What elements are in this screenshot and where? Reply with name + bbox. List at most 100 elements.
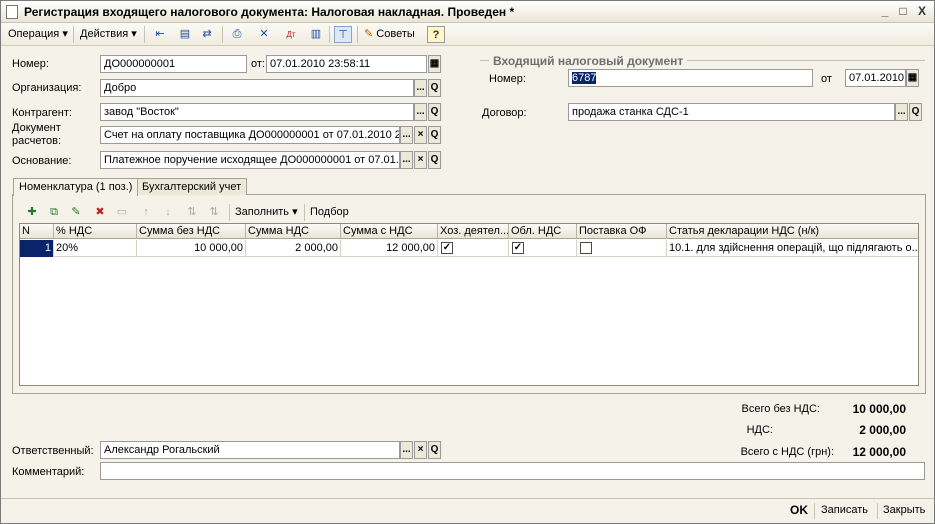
calendar-icon[interactable]: ▦ (428, 55, 441, 73)
delete-doc-icon[interactable]: ✕ (255, 26, 273, 43)
help-icon[interactable]: ? (427, 26, 445, 43)
clear-icon[interactable]: × (414, 126, 427, 144)
row-number-cell[interactable]: 1 (20, 240, 54, 257)
search-icon[interactable]: Q (909, 103, 922, 121)
settlement-document-label: Документ расчетов: (12, 122, 62, 147)
move-left-icon[interactable]: ⇤ (151, 26, 169, 43)
number-field[interactable]: ДО000000001 (100, 55, 247, 73)
responsible-field[interactable]: Александр Рогальский (100, 441, 400, 459)
structure-icon[interactable]: ▥ (307, 26, 325, 43)
declaration-item-cell[interactable]: 10.1. для здійснення операцій, що підляг… (667, 240, 918, 257)
filter-icon[interactable]: ⊤ (334, 26, 352, 43)
tips-button[interactable]: ✎ Советы (361, 26, 418, 43)
post-document-icon[interactable]: ▤ (176, 26, 194, 43)
search-icon[interactable]: Q (428, 441, 441, 459)
vat-rate-cell[interactable]: 20% (54, 240, 137, 257)
ok-button[interactable]: OK (790, 503, 808, 517)
end-edit-icon[interactable]: ▭ (113, 204, 131, 221)
delete-row-icon[interactable]: ✖ (91, 204, 109, 221)
select-button[interactable]: ... (414, 103, 427, 121)
column-header[interactable]: % НДС (54, 224, 137, 239)
tab-nomenclature[interactable]: Номенклатура (1 поз.) (13, 178, 139, 196)
window-title: Регистрация входящего налогового докумен… (24, 5, 515, 19)
copy-row-icon[interactable]: ⧉ (45, 204, 63, 221)
organization-field[interactable]: Добро (100, 79, 414, 97)
edit-row-icon[interactable]: ✎ (67, 204, 85, 221)
calendar-icon[interactable]: ▦ (906, 69, 919, 87)
document-window: Регистрация входящего налогового докумен… (0, 0, 935, 524)
total-without-vat-value: 10 000,00 (852, 402, 906, 416)
select-items-button[interactable]: Подбор (307, 204, 352, 221)
unpost-document-icon[interactable]: ⇄ (198, 26, 216, 43)
vat-sum-cell[interactable]: 2 000,00 (246, 240, 341, 257)
basis-field[interactable]: Платежное поручение исходящее ДО00000000… (100, 151, 400, 169)
debit-credit-icon[interactable]: Дт (282, 26, 300, 43)
column-header[interactable]: Сумма с НДС (341, 224, 438, 239)
contract-label: Договор: (482, 107, 527, 119)
move-up-icon[interactable]: ↑ (137, 204, 155, 221)
column-header[interactable]: Сумма НДС (246, 224, 341, 239)
search-icon[interactable]: Q (428, 103, 441, 121)
incoming-number-value: 6787 (572, 72, 597, 84)
select-button[interactable]: ... (400, 126, 413, 144)
contract-field[interactable]: продажа станка СДС-1 (568, 103, 895, 121)
column-header[interactable]: N (20, 224, 54, 239)
total-without-vat-label: Всего без НДС: (741, 403, 820, 415)
sort-asc-icon[interactable]: ⇅ (183, 204, 201, 221)
move-down-icon[interactable]: ↓ (159, 204, 177, 221)
fixed-asset-supply-checkbox[interactable] (580, 242, 592, 254)
sum-with-vat-cell[interactable]: 12 000,00 (341, 240, 438, 257)
settlement-document-field[interactable]: Счет на оплату поставщика ДО000000001 от… (100, 126, 400, 144)
incoming-number-label: Номер: (489, 73, 526, 85)
fixed-asset-supply-cell[interactable] (577, 240, 667, 257)
contractor-field[interactable]: завод "Восток" (100, 103, 414, 121)
main-toolbar: Операция ▾ Действия ▾ ⇤ ▤ ⇄ ⎙ ✕ Дт ▥ ⊤ ✎… (1, 23, 934, 46)
tab-accounting[interactable]: Бухгалтерский учет (136, 178, 248, 195)
save-button[interactable]: Записать (821, 504, 868, 516)
table-row[interactable]: 1 20% 10 000,00 2 000,00 12 000,00 ✓ ✓ 1… (20, 240, 918, 257)
maximize-button[interactable]: □ (895, 4, 911, 19)
select-button[interactable]: ... (414, 79, 427, 97)
search-icon[interactable]: Q (428, 126, 441, 144)
button-separator (814, 503, 815, 519)
total-vat-value: 2 000,00 (859, 423, 906, 437)
economic-activity-cell[interactable]: ✓ (438, 240, 509, 257)
search-icon[interactable]: Q (428, 79, 441, 97)
incoming-date-field[interactable]: 07.01.2010 (845, 69, 906, 87)
incoming-number-field[interactable]: 6787 (568, 69, 813, 87)
column-header[interactable]: Сумма без НДС (137, 224, 246, 239)
comment-field[interactable] (100, 462, 925, 480)
print-preview-icon[interactable]: ⎙ (228, 26, 246, 43)
clear-icon[interactable]: × (414, 441, 427, 459)
actions-menu-label: Действия (80, 28, 129, 40)
minimize-button[interactable]: _ (877, 4, 893, 19)
total-with-vat-value: 12 000,00 (852, 445, 906, 459)
fill-menu[interactable]: Заполнить ▾ (232, 204, 301, 221)
column-header[interactable]: Поставка ОФ (577, 224, 667, 239)
sort-desc-icon[interactable]: ⇅ (205, 204, 223, 221)
add-row-icon[interactable]: ✚ (23, 204, 41, 221)
sum-without-vat-cell[interactable]: 10 000,00 (137, 240, 246, 257)
close-window-button[interactable]: X (914, 4, 930, 19)
date-field[interactable]: 07.01.2010 23:58:11 (266, 55, 427, 73)
organization-label: Организация: (12, 82, 82, 94)
number-label: Номер: (12, 58, 49, 70)
column-header[interactable]: Статья декларации НДС (н/к) (667, 224, 918, 239)
clear-icon[interactable]: × (414, 151, 427, 169)
select-button[interactable]: ... (400, 441, 413, 459)
vat-taxed-cell[interactable]: ✓ (509, 240, 577, 257)
total-with-vat-label: Всего с НДС (грн): (740, 446, 834, 458)
close-button[interactable]: Закрыть (883, 504, 925, 516)
economic-activity-checkbox[interactable]: ✓ (441, 242, 453, 254)
vat-taxed-checkbox[interactable]: ✓ (512, 242, 524, 254)
title-bar: Регистрация входящего налогового докумен… (1, 1, 934, 23)
actions-menu[interactable]: Действия ▾ (77, 26, 140, 43)
select-button[interactable]: ... (400, 151, 413, 169)
column-header[interactable]: Хоз. деятел... (438, 224, 509, 239)
fill-label: Заполнить (235, 206, 290, 218)
toolbar-separator (144, 26, 145, 43)
column-header[interactable]: Обл. НДС (509, 224, 577, 239)
operation-menu[interactable]: Операция ▾ (5, 26, 71, 43)
search-icon[interactable]: Q (428, 151, 441, 169)
select-button[interactable]: ... (895, 103, 908, 121)
